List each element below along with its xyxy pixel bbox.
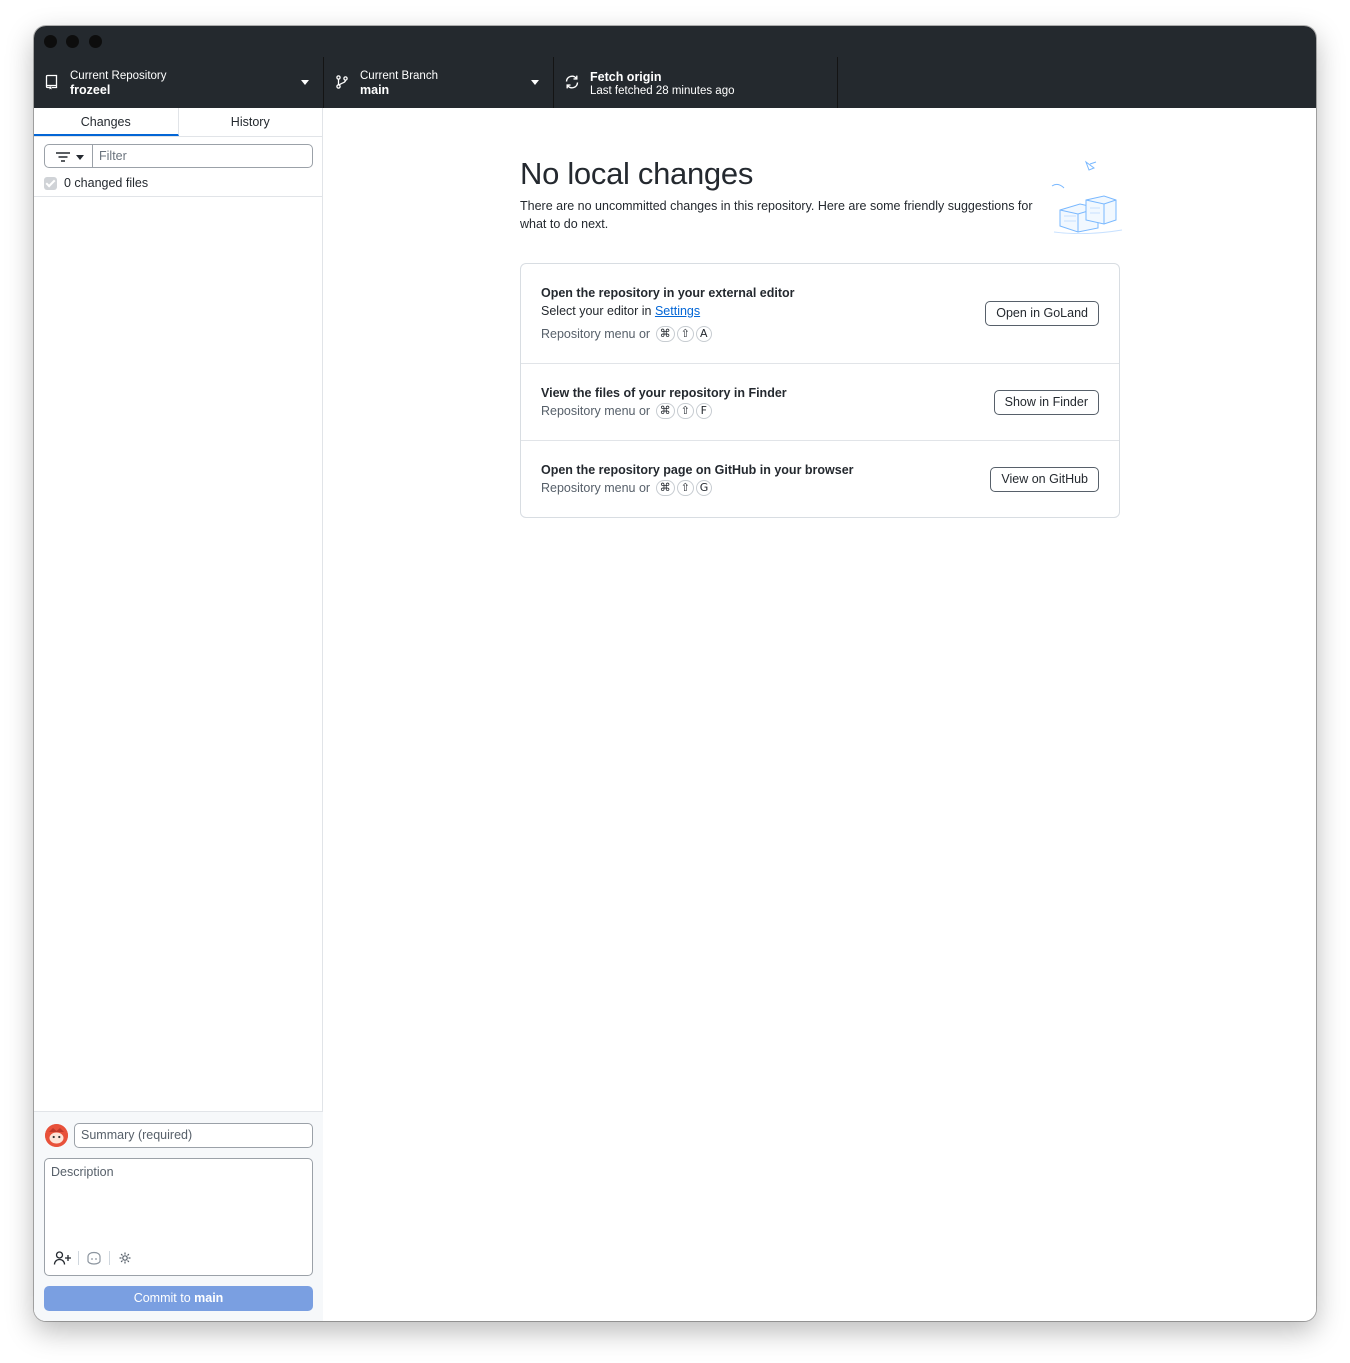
settings-link[interactable]: Settings (655, 304, 700, 318)
fetch-status: Last fetched 28 minutes ago (590, 85, 735, 97)
letter-key: G (695, 480, 713, 496)
commit-button[interactable]: Commit to main (44, 1286, 313, 1311)
chevron-down-icon (76, 155, 84, 160)
branch-name: main (360, 83, 390, 97)
letter-key: F (695, 403, 712, 419)
current-repository-button[interactable]: Current Repository frozeel (34, 57, 324, 108)
branch-label: Current Branch (360, 70, 438, 82)
changed-files-count: 0 changed files (64, 176, 149, 190)
suggestion-view-on-github: Open the repository page on GitHub in yo… (521, 440, 1119, 517)
avatar-image (45, 1124, 68, 1147)
fetch-title: Fetch origin (590, 70, 662, 84)
sidebar-tabs: Changes History (34, 108, 322, 137)
description-toolbar (53, 1250, 135, 1266)
changed-files-header: 0 changed files (44, 175, 148, 191)
shortcut-hint: Repository menu or ⌘ ⇧ F (541, 403, 712, 419)
suggestion-text-prefix: Select your editor in (541, 304, 655, 318)
person-add-icon (53, 1251, 71, 1265)
gear-icon (119, 1252, 131, 1264)
page-title: No local changes (520, 156, 754, 191)
tab-history[interactable]: History (179, 108, 323, 136)
close-window-button[interactable] (44, 35, 57, 48)
repository-name: frozeel (70, 83, 111, 97)
copilot-button[interactable] (84, 1250, 104, 1266)
tab-changes[interactable]: Changes (34, 108, 179, 136)
title-bar (34, 26, 1316, 57)
suggestion-title: Open the repository in your external edi… (541, 286, 795, 300)
avatar (45, 1124, 68, 1147)
sync-icon (565, 75, 579, 89)
copilot-icon (87, 1251, 101, 1265)
divider (78, 1251, 79, 1265)
suggestion-title: View the files of your repository in Fin… (541, 386, 787, 400)
show-in-finder-button[interactable]: Show in Finder (993, 390, 1099, 415)
open-in-editor-button[interactable]: Open in GoLand (985, 301, 1099, 326)
command-key: ⌘ (655, 480, 675, 496)
letter-key: A (695, 326, 712, 342)
description-placeholder: Description (51, 1165, 114, 1179)
shortcut-hint-text: Repository menu or (541, 481, 651, 495)
select-all-checkbox[interactable] (44, 176, 57, 190)
suggestion-title: Open the repository page on GitHub in yo… (541, 463, 854, 477)
commit-button-prefix: Commit to (133, 1291, 195, 1305)
zoom-window-button[interactable] (89, 35, 102, 48)
summary-input[interactable]: Summary (required) (74, 1123, 313, 1148)
shift-key: ⇧ (676, 326, 694, 342)
suggestions-list: Open the repository in your external edi… (520, 263, 1120, 518)
shortcut-hint-text: Repository menu or (541, 327, 651, 341)
suggestion-open-editor: Open the repository in your external edi… (521, 264, 1119, 364)
description-textarea[interactable]: Description (44, 1158, 313, 1276)
page-subtitle: There are no uncommitted changes in this… (520, 199, 1033, 231)
divider (34, 196, 323, 197)
commit-button-branch: main (194, 1291, 224, 1305)
command-key: ⌘ (655, 403, 675, 419)
fetch-origin-button[interactable]: Fetch origin Last fetched 28 minutes ago (554, 57, 838, 108)
suggestion-show-in-finder: View the files of your repository in Fin… (521, 363, 1119, 440)
shortcut-hint-text: Repository menu or (541, 404, 651, 418)
filter-icon (56, 152, 70, 162)
shift-key: ⇧ (676, 480, 694, 496)
chevron-down-icon (301, 80, 309, 85)
divider (109, 1251, 110, 1265)
chevron-down-icon (531, 80, 539, 85)
toolbar: Current Repository frozeel Current Branc… (34, 57, 1316, 108)
filter-row: Filter (44, 144, 313, 168)
app-window: Current Repository frozeel Current Branc… (34, 26, 1316, 1321)
empty-state-illustration (1051, 160, 1123, 234)
filter-input[interactable]: Filter (92, 144, 313, 168)
filter-options-button[interactable] (44, 144, 92, 168)
shortcut-hint: Repository menu or ⌘ ⇧ G (541, 480, 713, 496)
minimize-window-button[interactable] (66, 35, 79, 48)
git-branch-icon (336, 75, 348, 89)
main-content: No local changes There are no uncommitte… (324, 108, 1316, 1321)
sidebar: Changes History Filter 0 changed files S… (34, 108, 323, 1321)
shortcut-hint: Repository menu or ⌘ ⇧ A (541, 326, 712, 342)
repository-label: Current Repository (70, 70, 167, 82)
view-on-github-button[interactable]: View on GitHub (990, 467, 1099, 492)
add-coauthor-button[interactable] (53, 1250, 73, 1266)
repo-icon (45, 74, 58, 90)
commit-panel: Summary (required) Description Commit to… (34, 1111, 323, 1321)
current-branch-button[interactable]: Current Branch main (324, 57, 554, 108)
command-key: ⌘ (655, 326, 675, 342)
shift-key: ⇧ (676, 403, 694, 419)
commit-settings-button[interactable] (115, 1250, 135, 1266)
suggestion-text: Select your editor in Settings (541, 304, 700, 318)
